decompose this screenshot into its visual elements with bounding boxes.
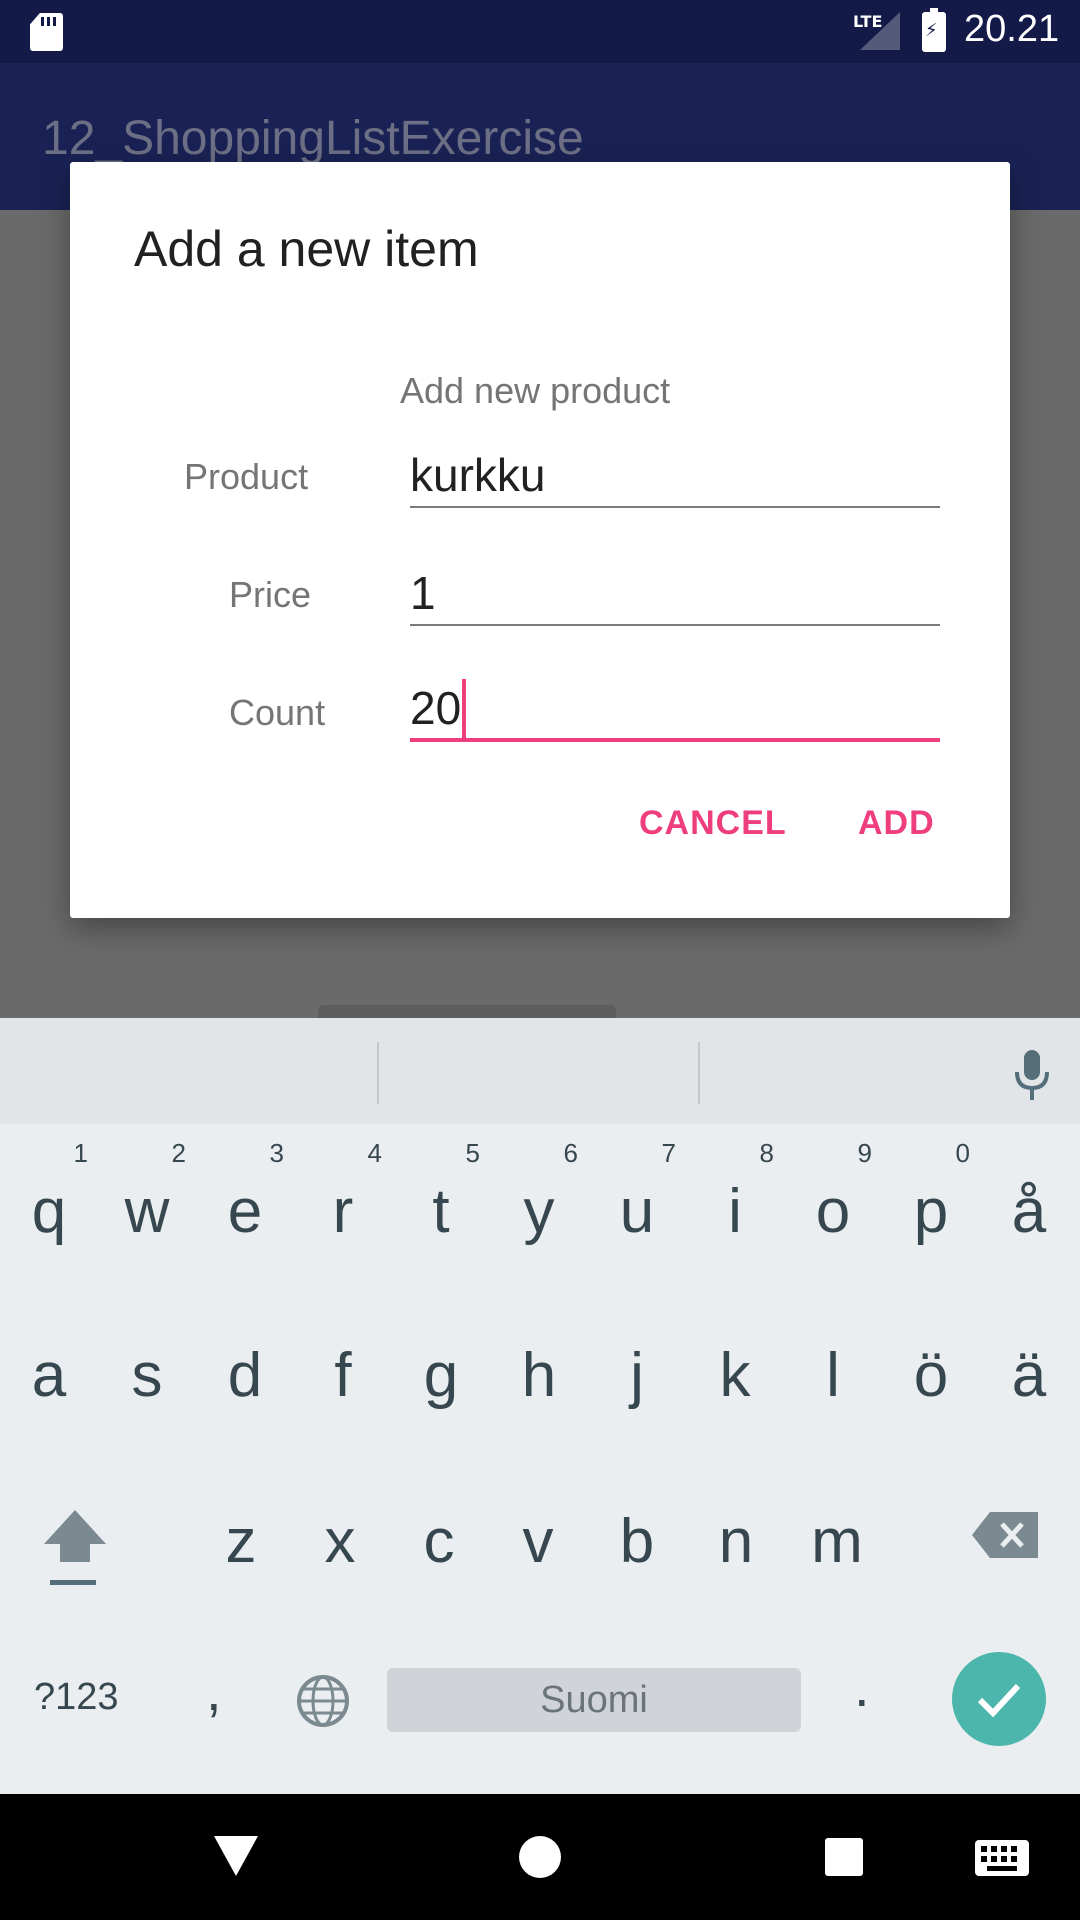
dialog-title: Add a new item: [134, 221, 479, 277]
keyboard-icon[interactable]: [975, 1840, 1029, 1876]
text-cursor: [462, 679, 466, 739]
recents-icon[interactable]: [825, 1838, 863, 1876]
key-c[interactable]: c: [390, 1454, 488, 1604]
price-field[interactable]: [410, 562, 940, 626]
key-f[interactable]: f: [294, 1288, 392, 1438]
key-g[interactable]: g: [392, 1288, 490, 1438]
key-d[interactable]: d: [196, 1288, 294, 1438]
count-label: Count: [229, 692, 326, 733]
key-h[interactable]: h: [490, 1288, 588, 1438]
navigation-bar: [0, 1794, 1080, 1920]
key-z[interactable]: z: [192, 1454, 290, 1604]
soft-keyboard: 1q 2w 3e 4r 5t 6y 7u 8i 9o 0p å a s d f …: [0, 1018, 1080, 1794]
key-a[interactable]: a: [0, 1288, 98, 1438]
globe-icon[interactable]: [296, 1674, 350, 1728]
dialog-subtitle: Add new product: [400, 370, 671, 411]
key-k[interactable]: k: [686, 1288, 784, 1438]
backspace-icon[interactable]: [972, 1512, 1038, 1558]
enter-key[interactable]: [952, 1652, 1046, 1746]
key-p[interactable]: 0p: [882, 1138, 980, 1288]
product-field[interactable]: [410, 444, 940, 508]
key-x[interactable]: x: [291, 1454, 389, 1604]
count-field[interactable]: [410, 678, 940, 742]
key-j[interactable]: j: [588, 1288, 686, 1438]
suggestion-divider: [377, 1042, 379, 1104]
cancel-button[interactable]: CANCEL: [639, 804, 787, 843]
key-y[interactable]: 6y: [490, 1138, 588, 1288]
sd-card-icon: [30, 13, 63, 51]
key-a-umlaut[interactable]: ä: [980, 1288, 1078, 1438]
key-o[interactable]: 9o: [784, 1138, 882, 1288]
add-button[interactable]: ADD: [858, 804, 935, 843]
key-r[interactable]: 4r: [294, 1138, 392, 1288]
key-m[interactable]: m: [788, 1454, 886, 1604]
suggestion-divider: [698, 1042, 700, 1104]
back-icon[interactable]: [214, 1836, 258, 1878]
key-e[interactable]: 3e: [196, 1138, 294, 1288]
key-a-ring[interactable]: å: [980, 1138, 1078, 1288]
key-q[interactable]: 1q: [0, 1138, 98, 1288]
key-w[interactable]: 2w: [98, 1138, 196, 1288]
key-s[interactable]: s: [98, 1288, 196, 1438]
key-u[interactable]: 7u: [588, 1138, 686, 1288]
status-bar: LTE 20.21: [0, 0, 1080, 63]
home-icon[interactable]: [519, 1836, 561, 1878]
key-i[interactable]: 8i: [686, 1138, 784, 1288]
key-v[interactable]: v: [489, 1454, 587, 1604]
product-label: Product: [184, 456, 309, 497]
network-type: LTE: [853, 12, 883, 31]
suggestion-strip: [0, 1018, 1080, 1124]
clock: 20.21: [964, 8, 1060, 50]
symbols-key[interactable]: ?123: [34, 1676, 119, 1719]
add-item-dialog: Add a new item Add new product Product P…: [70, 162, 1010, 918]
key-t[interactable]: 5t: [392, 1138, 490, 1288]
key-n[interactable]: n: [687, 1454, 785, 1604]
key-l[interactable]: l: [784, 1288, 882, 1438]
period-key[interactable]: .: [854, 1654, 870, 1719]
check-icon: [977, 1683, 1021, 1718]
mic-icon[interactable]: [1012, 1048, 1052, 1102]
app-title: 12_ShoppingListExercise: [42, 112, 584, 165]
battery-icon: [922, 8, 946, 52]
price-label: Price: [229, 574, 312, 615]
key-o-umlaut[interactable]: ö: [882, 1288, 980, 1438]
comma-key[interactable]: ,: [206, 1658, 222, 1723]
key-b[interactable]: b: [588, 1454, 686, 1604]
shift-icon[interactable]: [40, 1506, 110, 1590]
space-key[interactable]: Suomi: [387, 1668, 801, 1732]
